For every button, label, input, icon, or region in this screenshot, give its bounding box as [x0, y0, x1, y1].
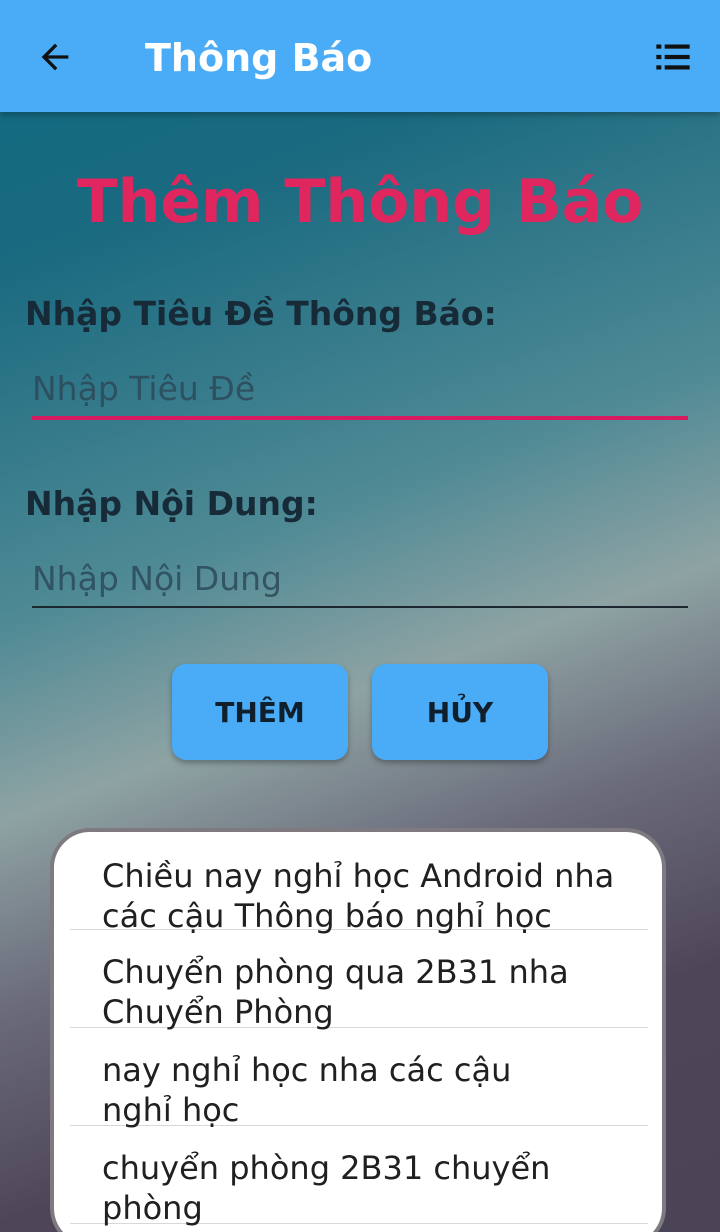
menu-button[interactable]: [648, 32, 698, 82]
back-button[interactable]: [30, 32, 80, 82]
list-item-line: nay nghỉ học nha các cậu: [102, 1051, 512, 1089]
list-item-line: Chiều nay nghỉ học Android nha: [102, 857, 615, 895]
arrow-left-icon: [41, 43, 69, 71]
add-button[interactable]: THÊM: [172, 664, 348, 760]
title-input[interactable]: [32, 360, 688, 420]
list-item-line: Chuyển phòng qua 2B31 nha: [102, 953, 569, 991]
list-item[interactable]: chuyển phòng 2B31 chuyển phòng: [70, 1126, 648, 1227]
list-item[interactable]: Chuyển phòng qua 2B31 nha Chuyển Phòng: [70, 930, 648, 1031]
cancel-button[interactable]: HỦY: [372, 664, 548, 760]
title-label: Nhập Tiêu Đề Thông Báo:: [25, 294, 497, 333]
content-input[interactable]: [32, 550, 688, 608]
list-item[interactable]: nay nghỉ học nha các cậu nghỉ học: [70, 1028, 648, 1129]
list-item-line: Chuyển Phòng: [102, 993, 334, 1031]
page-title: Thông Báo: [145, 36, 373, 80]
form-heading: Thêm Thông Báo: [76, 167, 644, 237]
app-bar: Thông Báo: [0, 0, 720, 112]
list-item[interactable]: Chiều nay nghỉ học Android nha các cậu T…: [70, 832, 648, 935]
list-menu-icon: [656, 44, 690, 70]
notification-list: Chiều nay nghỉ học Android nha các cậu T…: [50, 828, 666, 1232]
list-item-line: phòng: [102, 1189, 203, 1227]
list-item-line: nghỉ học: [102, 1091, 240, 1129]
content-label: Nhập Nội Dung:: [25, 484, 318, 523]
list-item-line: chuyển phòng 2B31 chuyển: [102, 1149, 551, 1187]
